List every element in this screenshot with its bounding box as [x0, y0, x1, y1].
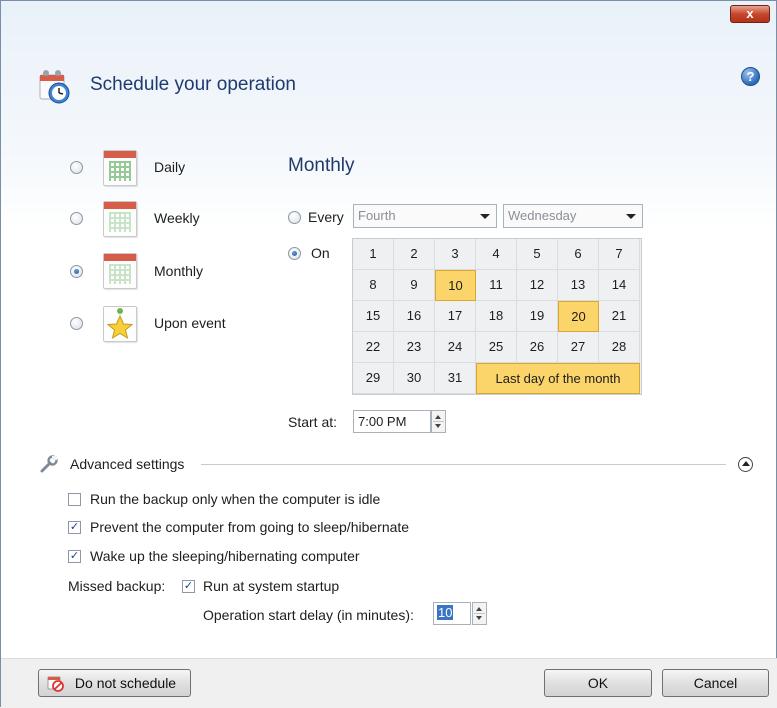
- delay-field[interactable]: 10: [433, 602, 471, 625]
- calendar-day[interactable]: 30: [394, 363, 435, 394]
- option-daily-label: Daily: [154, 159, 186, 175]
- calendar-day[interactable]: 27: [558, 332, 599, 363]
- weekly-calendar-icon: [103, 201, 137, 237]
- spin-down-icon[interactable]: [435, 424, 441, 428]
- ok-button[interactable]: OK: [544, 669, 652, 697]
- spin-up-icon[interactable]: [476, 607, 482, 611]
- last-day-of-month-cell[interactable]: Last day of the month: [476, 363, 640, 394]
- calendar-day[interactable]: 4: [476, 239, 517, 270]
- calendar-day[interactable]: 25: [476, 332, 517, 363]
- page-title: Schedule your operation: [90, 74, 296, 95]
- spin-down-icon[interactable]: [476, 616, 482, 620]
- calendar-day[interactable]: 8: [353, 270, 394, 301]
- schedule-clock-icon: [37, 67, 73, 105]
- startup-checkbox[interactable]: ✓: [182, 580, 195, 593]
- calendar-day[interactable]: 2: [394, 239, 435, 270]
- help-icon[interactable]: ?: [741, 67, 760, 86]
- calendar-day[interactable]: 28: [599, 332, 640, 363]
- option-weekly-label: Weekly: [154, 210, 200, 226]
- calendar-day[interactable]: 20: [558, 301, 599, 332]
- calendar-day[interactable]: 3: [435, 239, 476, 270]
- do-not-schedule-label: Do not schedule: [74, 675, 177, 691]
- calendar-day[interactable]: 17: [435, 301, 476, 332]
- calendar-day[interactable]: 6: [558, 239, 599, 270]
- calendar-day[interactable]: 24: [435, 332, 476, 363]
- day-calendar-grid: 1 2 3 4 5 6 7 8 9 10 11 12 13 14 15 16 17 18 19 20 21 22 23 24 2…: [352, 238, 642, 395]
- on-label: On: [311, 245, 330, 261]
- idle-checkbox[interactable]: [68, 493, 81, 506]
- delay-value: 10: [437, 605, 454, 620]
- chevron-down-icon: [626, 214, 636, 219]
- wake-checkbox[interactable]: ✓: [68, 550, 81, 563]
- start-at-label: Start at:: [288, 414, 338, 430]
- option-upon-event-label: Upon event: [154, 315, 226, 331]
- calendar-day[interactable]: 31: [435, 363, 476, 394]
- weekday-dropdown[interactable]: Wednesday: [503, 204, 643, 228]
- star-event-icon: [103, 306, 137, 342]
- schedule-dialog: x Schedule your operation ? Daily Weekly…: [0, 0, 777, 708]
- calendar-day[interactable]: 16: [394, 301, 435, 332]
- radio-on[interactable]: [288, 247, 301, 260]
- weekday-value: Wednesday: [508, 208, 577, 223]
- calendar-day[interactable]: 15: [353, 301, 394, 332]
- calendar-day[interactable]: 29: [353, 363, 394, 394]
- startup-label: Run at system startup: [203, 578, 340, 594]
- calendar-day[interactable]: 9: [394, 270, 435, 301]
- calendar-day[interactable]: 23: [394, 332, 435, 363]
- spin-up-icon[interactable]: [435, 415, 441, 419]
- calendar-day[interactable]: 22: [353, 332, 394, 363]
- calendar-day[interactable]: 19: [517, 301, 558, 332]
- radio-monthly[interactable]: [70, 265, 83, 278]
- ordinal-dropdown[interactable]: Fourth: [353, 204, 497, 228]
- radio-every[interactable]: [288, 211, 301, 224]
- delay-label: Operation start delay (in minutes):: [203, 607, 414, 623]
- cancel-button[interactable]: Cancel: [662, 669, 769, 697]
- every-label: Every: [308, 209, 344, 225]
- no-schedule-icon: [46, 674, 64, 692]
- dialog-footer: Do not schedule OK Cancel: [1, 658, 777, 708]
- calendar-day[interactable]: 1: [353, 239, 394, 270]
- idle-label: Run the backup only when the computer is…: [90, 491, 381, 507]
- radio-daily[interactable]: [70, 161, 83, 174]
- advanced-settings-title: Advanced settings: [70, 456, 185, 472]
- ordinal-value: Fourth: [358, 208, 396, 223]
- option-monthly-label: Monthly: [154, 263, 204, 279]
- radio-upon-event[interactable]: [70, 317, 83, 330]
- wake-label: Wake up the sleeping/hibernating compute…: [90, 548, 360, 564]
- do-not-schedule-button[interactable]: Do not schedule: [38, 669, 191, 697]
- daily-calendar-icon: [103, 150, 137, 186]
- calendar-day[interactable]: 7: [599, 239, 640, 270]
- calendar-day[interactable]: 21: [599, 301, 640, 332]
- calendar-day[interactable]: 18: [476, 301, 517, 332]
- chevron-down-icon: [480, 214, 490, 219]
- missed-backup-label: Missed backup:: [68, 578, 166, 594]
- calendar-day[interactable]: 10: [435, 270, 476, 301]
- wrench-icon: [39, 454, 59, 474]
- monthly-heading: Monthly: [288, 155, 355, 176]
- radio-weekly[interactable]: [70, 212, 83, 225]
- prevent-sleep-label: Prevent the computer from going to sleep…: [90, 519, 410, 535]
- prevent-sleep-checkbox[interactable]: ✓: [68, 521, 81, 534]
- calendar-day[interactable]: 13: [558, 270, 599, 301]
- collapse-up-icon[interactable]: [738, 457, 753, 472]
- calendar-day[interactable]: 11: [476, 270, 517, 301]
- start-time-spinner[interactable]: [431, 410, 446, 433]
- start-time-field[interactable]: 7:00 PM: [353, 410, 431, 433]
- calendar-day[interactable]: 14: [599, 270, 640, 301]
- delay-spinner[interactable]: [472, 602, 487, 625]
- close-button[interactable]: x: [730, 5, 770, 23]
- calendar-day[interactable]: 5: [517, 239, 558, 270]
- advanced-divider: [201, 464, 726, 465]
- monthly-calendar-icon: [103, 253, 137, 289]
- calendar-day[interactable]: 12: [517, 270, 558, 301]
- calendar-day[interactable]: 26: [517, 332, 558, 363]
